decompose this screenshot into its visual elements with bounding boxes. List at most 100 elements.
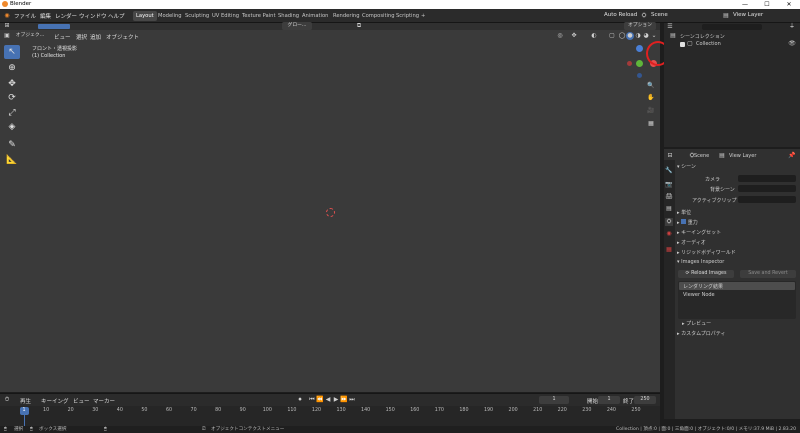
- menu-playback[interactable]: 再生: [20, 397, 31, 405]
- timeline-editor-icon[interactable]: ⏱: [3, 396, 11, 404]
- menu-window[interactable]: ウィンドウ: [79, 12, 107, 20]
- units-section-header[interactable]: ▸ 単位: [677, 209, 691, 216]
- preview-section-header[interactable]: ▸ プレビュー: [682, 320, 711, 327]
- gizmo-z-axis-icon[interactable]: [636, 45, 643, 52]
- gizmo-toggle-icon[interactable]: ✥: [570, 32, 578, 40]
- list-item-render-result[interactable]: レンダリング結果: [679, 282, 795, 290]
- select-mode-group[interactable]: [38, 24, 70, 29]
- current-frame-field[interactable]: 1: [539, 396, 569, 404]
- minimize-button[interactable]: —: [734, 0, 756, 9]
- rigid-body-section-header[interactable]: ▸ リジッドボディワールド: [677, 249, 736, 256]
- gizmo-y-axis-icon[interactable]: [636, 60, 643, 67]
- annotate-tool-icon[interactable]: ✎: [4, 138, 20, 152]
- visibility-icon[interactable]: ◎: [556, 32, 564, 40]
- transform-orientation-dropdown[interactable]: グロー...: [282, 22, 312, 30]
- mode-dropdown[interactable]: オブジェク...: [12, 32, 48, 40]
- start-frame-field[interactable]: 1: [598, 396, 620, 404]
- options-dropdown[interactable]: オプション: [624, 22, 656, 30]
- close-button[interactable]: ✕: [778, 0, 800, 9]
- select-tool-icon[interactable]: ↖: [4, 45, 20, 59]
- scale-tool-icon[interactable]: ⤢: [4, 106, 20, 120]
- object-mode-icon[interactable]: ▣: [3, 32, 11, 40]
- gizmo-z-neg-icon[interactable]: [637, 73, 642, 78]
- auto-reload-label[interactable]: Auto Reload: [604, 12, 637, 18]
- pin-icon[interactable]: 📌: [788, 152, 796, 160]
- jump-end-icon[interactable]: ⏭: [348, 396, 356, 404]
- view-layer-tab-icon[interactable]: ▤: [665, 205, 673, 213]
- ortho-toggle-icon[interactable]: ▦: [647, 120, 655, 128]
- menu-select[interactable]: 選択: [76, 33, 87, 41]
- rendered-shading-icon[interactable]: ◕: [642, 32, 650, 40]
- scene-tab-icon[interactable]: ⛭: [665, 218, 673, 226]
- tab-sculpting[interactable]: Sculpting: [182, 11, 212, 21]
- scene-selector[interactable]: Scene: [651, 12, 668, 18]
- snap-icon[interactable]: ⧉: [355, 22, 363, 30]
- menu-object[interactable]: オブジェクト: [106, 33, 139, 41]
- gravity-checkbox[interactable]: [681, 219, 687, 224]
- shading-dropdown-icon[interactable]: ⌄: [650, 32, 658, 40]
- collection-item-label[interactable]: Collection: [696, 41, 721, 47]
- pan-hand-icon[interactable]: ✋: [647, 94, 655, 102]
- audio-section-header[interactable]: ▸ オーディオ: [677, 239, 706, 246]
- wireframe-shading-icon[interactable]: ◯: [618, 32, 626, 40]
- maximize-button[interactable]: ☐: [756, 0, 778, 9]
- custom-props-section-header[interactable]: ▸ カスタムプロパティ: [677, 330, 726, 337]
- visibility-eye-icon[interactable]: 👁: [788, 40, 796, 48]
- texture-tab-icon[interactable]: ▦: [665, 246, 673, 254]
- menu-edit[interactable]: 編集: [40, 12, 51, 20]
- play-reverse-icon[interactable]: ◀: [324, 396, 332, 404]
- camera-field[interactable]: [738, 175, 796, 182]
- keying-sets-section-header[interactable]: ▸ キーイングセット: [677, 229, 721, 236]
- material-shading-icon[interactable]: ◑: [634, 32, 642, 40]
- tab-rendering[interactable]: Rendering: [330, 11, 363, 21]
- end-frame-field[interactable]: 250: [634, 396, 656, 404]
- reload-images-button[interactable]: ⟳ Reload Images: [678, 270, 734, 278]
- blender-menu-icon[interactable]: ◉: [3, 12, 11, 20]
- menu-keying[interactable]: キーイング: [41, 397, 69, 405]
- editor-type-icon[interactable]: ⊞: [3, 22, 11, 30]
- cursor-tool-icon[interactable]: ⊕: [4, 61, 20, 75]
- properties-editor-icon[interactable]: ⊟: [666, 152, 674, 160]
- view-layer-icon[interactable]: ▤: [722, 12, 730, 20]
- tab-modeling[interactable]: Modeling: [155, 11, 185, 21]
- outliner-search-field[interactable]: [702, 24, 762, 30]
- jump-start-icon[interactable]: ⏮: [308, 396, 316, 404]
- tab-uv-editing[interactable]: UV Editing: [209, 11, 242, 21]
- scene-section-header[interactable]: ▾ シーン: [677, 163, 696, 170]
- tab-layout[interactable]: Layout: [133, 11, 157, 21]
- tool-tab-icon[interactable]: 🔧: [665, 167, 673, 175]
- rotate-tool-icon[interactable]: ⟳: [4, 91, 20, 105]
- measure-tool-icon[interactable]: 📐: [4, 153, 20, 167]
- render-tab-icon[interactable]: 📷: [665, 181, 673, 189]
- active-clip-field[interactable]: [738, 196, 796, 203]
- add-workspace-button[interactable]: +: [418, 11, 428, 21]
- collection-checkbox[interactable]: [680, 42, 685, 47]
- tab-animation[interactable]: Animation: [299, 11, 331, 21]
- menu-file[interactable]: ファイル: [14, 12, 36, 20]
- xray-icon[interactable]: ▢: [608, 32, 616, 40]
- move-tool-icon[interactable]: ✥: [4, 77, 20, 91]
- scene-collection-label[interactable]: シーンコレクション: [680, 33, 725, 40]
- background-scene-field[interactable]: [738, 185, 796, 192]
- menu-timeline-view[interactable]: ビュー: [73, 397, 90, 405]
- world-tab-icon[interactable]: ◉: [665, 230, 673, 238]
- menu-view[interactable]: ビュー: [54, 33, 71, 41]
- menu-add[interactable]: 追加: [90, 33, 101, 41]
- tab-texture-paint[interactable]: Texture Paint: [239, 11, 278, 21]
- list-item-viewer-node[interactable]: Viewer Node: [679, 291, 795, 299]
- record-icon[interactable]: ⏺: [296, 396, 304, 404]
- images-inspector-header[interactable]: ▾ Images Inspector: [677, 259, 724, 265]
- scene-icon[interactable]: ⛭: [640, 12, 648, 20]
- tab-compositing[interactable]: Compositing: [359, 11, 398, 21]
- solid-shading-icon[interactable]: ●: [626, 32, 634, 40]
- prev-key-icon[interactable]: ⏪: [316, 396, 324, 404]
- view-layer-selector[interactable]: View Layer: [733, 12, 763, 18]
- menu-marker[interactable]: マーカー: [93, 397, 115, 405]
- gizmo-x-neg-icon[interactable]: [627, 61, 632, 66]
- filter-icon[interactable]: ⏚: [788, 23, 796, 31]
- camera-view-icon[interactable]: 🎥: [647, 107, 655, 115]
- menu-render[interactable]: レンダー: [55, 12, 77, 20]
- outliner-editor-icon[interactable]: ☰: [666, 23, 674, 31]
- zoom-icon[interactable]: 🔍: [647, 82, 655, 90]
- next-key-icon[interactable]: ⏩: [340, 396, 348, 404]
